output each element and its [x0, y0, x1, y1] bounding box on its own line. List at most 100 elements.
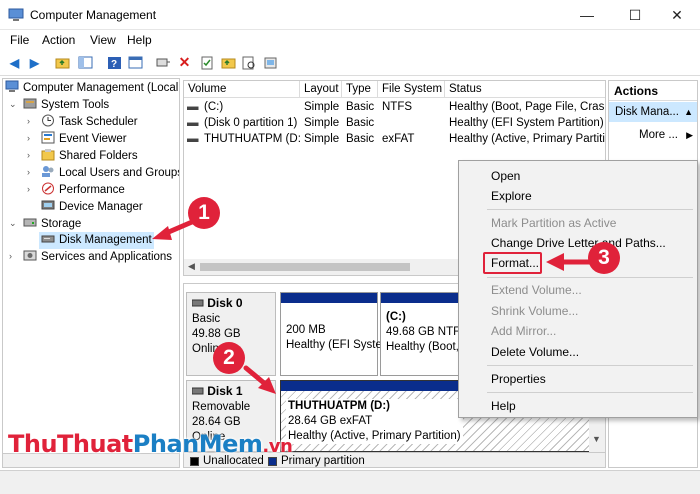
- cell-type: Basic: [346, 133, 375, 145]
- partition-name: (C:): [386, 311, 406, 323]
- volume-icon: ▬: [187, 101, 199, 113]
- tree-expand-arrow-icon[interactable]: ›: [27, 184, 30, 194]
- tree-collapse-arrow-icon[interactable]: ⌄: [9, 99, 17, 110]
- collapse-arrow-icon[interactable]: ▲: [684, 102, 693, 122]
- legend-swatch-unallocated: [190, 457, 199, 466]
- tree-expand-arrow-icon[interactable]: ›: [9, 251, 12, 261]
- computer-management-icon: [8, 8, 24, 21]
- context-menu: Open Explore Mark Partition as Active Ch…: [458, 160, 698, 418]
- shared-folder-icon: [41, 149, 55, 161]
- tree-expand-arrow-icon[interactable]: ›: [27, 167, 30, 177]
- minimize-button[interactable]: —: [564, 0, 610, 30]
- svg-text:?: ?: [111, 59, 117, 70]
- cell-volume: (C:): [204, 101, 224, 113]
- performance-icon: [42, 182, 54, 195]
- tree-label: Storage: [41, 218, 82, 230]
- partition-efi[interactable]: 200 MB Healthy (EFI Syste: [280, 292, 382, 376]
- tree-expand-arrow-icon[interactable]: ›: [27, 150, 30, 160]
- disk-icon: [41, 235, 55, 243]
- menu-separator: [487, 392, 693, 393]
- disk-name: Disk 1: [207, 384, 243, 398]
- tree-item-shared-folders[interactable]: Shared Folders: [41, 148, 138, 165]
- menu-view[interactable]: View: [90, 33, 116, 47]
- actions-header: Actions: [609, 81, 697, 101]
- forward-arrow-icon[interactable]: ▶: [26, 54, 43, 71]
- menu-item-delete-volume[interactable]: Delete Volume...: [491, 344, 579, 360]
- watermark-part-2: PhanMem: [132, 430, 263, 458]
- partition-info: 200 MB Healthy (EFI Syste: [286, 323, 382, 353]
- tree-item-local-users-groups[interactable]: Local Users and Groups: [41, 165, 180, 182]
- folder-icon[interactable]: [220, 54, 237, 71]
- menu-item-help[interactable]: Help: [491, 398, 516, 414]
- cell-layout: Simple: [304, 101, 340, 113]
- disk-name: Disk 0: [207, 296, 243, 310]
- tree-item-task-scheduler[interactable]: Task Scheduler: [41, 114, 138, 131]
- toolbar: ◀ ▶ ? ✕: [0, 50, 700, 76]
- up-folder-icon[interactable]: [54, 54, 71, 71]
- menu-help[interactable]: Help: [127, 33, 152, 47]
- search-icon[interactable]: [241, 54, 258, 71]
- tree-item-storage[interactable]: Storage: [23, 216, 81, 233]
- tree-item-system-tools[interactable]: System Tools: [23, 97, 109, 114]
- column-header-file-system[interactable]: File System: [378, 81, 445, 98]
- window-title: Computer Management: [30, 8, 157, 22]
- scroll-thumb[interactable]: [200, 263, 410, 271]
- menu-item-explore[interactable]: Explore: [491, 188, 532, 204]
- help-icon[interactable]: ?: [106, 54, 123, 71]
- menu-separator: [487, 209, 693, 210]
- step-badge-2: 2: [213, 342, 245, 374]
- menu-item-change-drive-letter[interactable]: Change Drive Letter and Paths...: [491, 235, 666, 251]
- menu-item-properties[interactable]: Properties: [491, 371, 546, 387]
- delete-icon[interactable]: ✕: [176, 54, 193, 71]
- tree-label: Device Manager: [59, 201, 143, 213]
- tree-collapse-arrow-icon[interactable]: ⌄: [9, 218, 17, 229]
- legend-label-primary: Primary partition: [281, 455, 365, 467]
- close-button[interactable]: ✕: [654, 0, 700, 30]
- menu-item-open[interactable]: Open: [491, 168, 520, 184]
- connect-icon[interactable]: [155, 54, 172, 71]
- cell-status: Healthy (Active, Primary Partitio: [449, 133, 605, 145]
- column-header-status[interactable]: Status: [445, 81, 605, 98]
- event-icon: [41, 131, 55, 144]
- column-header-volume[interactable]: Volume: [184, 81, 300, 98]
- menu-action[interactable]: Action: [42, 33, 75, 47]
- properties-icon[interactable]: [198, 54, 215, 71]
- tree-expand-arrow-icon[interactable]: ›: [27, 133, 30, 143]
- column-header-type[interactable]: Type: [342, 81, 378, 98]
- console-icon[interactable]: [127, 54, 144, 71]
- partition-bar: [281, 293, 377, 303]
- back-arrow-icon[interactable]: ◀: [6, 54, 23, 71]
- menu-file[interactable]: File: [10, 33, 29, 47]
- tree-item-event-viewer[interactable]: Event Viewer: [41, 131, 127, 148]
- tree-label: Local Users and Groups: [59, 167, 180, 179]
- tree-item-disk-management[interactable]: Disk Management: [39, 232, 154, 249]
- tree-label: Performance: [59, 184, 125, 196]
- actions-disk-management[interactable]: Disk Mana... ▲: [609, 102, 697, 122]
- scroll-down-icon[interactable]: ▼: [592, 434, 601, 444]
- maximize-button[interactable]: ☐: [612, 0, 658, 30]
- tree-item-performance[interactable]: Performance: [41, 182, 125, 199]
- refresh-icon[interactable]: [262, 54, 279, 71]
- format-highlight-box: [483, 252, 542, 274]
- disk-kind: Basic: [192, 313, 221, 325]
- tree-item-device-manager[interactable]: Device Manager: [41, 199, 143, 216]
- disk-kind: Removable: [192, 401, 251, 413]
- tools-icon: [23, 98, 37, 109]
- volume-icon: ▬: [187, 133, 199, 145]
- actions-more[interactable]: More ... ▶: [609, 125, 697, 145]
- column-header-layout[interactable]: Layout: [300, 81, 342, 98]
- scroll-left-icon[interactable]: ◀: [188, 261, 195, 272]
- cell-type: Basic: [346, 101, 375, 113]
- tree-item-computer-management[interactable]: Computer Management (Local: [5, 80, 178, 97]
- tree-expand-arrow-icon[interactable]: ›: [27, 116, 30, 126]
- volume-icon: ▬: [187, 117, 199, 129]
- menu-item-add-mirror: Add Mirror...: [491, 324, 557, 338]
- cell-volume: (Disk 0 partition 1): [204, 117, 298, 129]
- partition-name: THUTHUATPM (D:): [288, 400, 390, 412]
- cell-layout: Simple: [304, 133, 340, 145]
- partition-status: Healthy (Boot,: [386, 341, 459, 353]
- tree-item-services-applications[interactable]: Services and Applications: [23, 249, 172, 266]
- show-hide-tree-icon[interactable]: [77, 54, 94, 71]
- partition-status: Healthy (Active, Primary Partition): [288, 430, 461, 442]
- clock-icon: [42, 114, 54, 127]
